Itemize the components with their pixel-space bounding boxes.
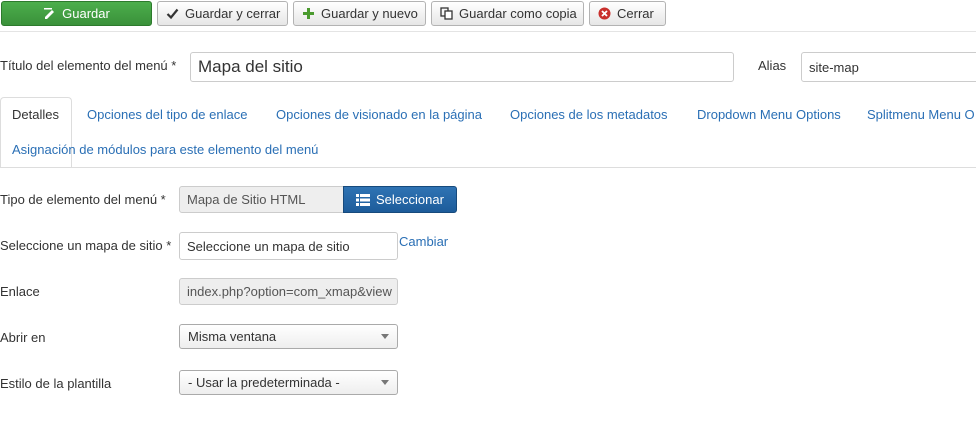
copy-icon (440, 7, 453, 20)
close-button[interactable]: Cerrar (589, 1, 666, 26)
chevron-down-icon (381, 380, 389, 385)
close-circle-icon (598, 7, 611, 20)
link-input: index.php?option=com_xmap&view (179, 278, 398, 305)
tab-link-type-options[interactable]: Opciones del tipo de enlace (87, 107, 247, 122)
tab-metadata-options[interactable]: Opciones de los metadatos (510, 107, 668, 122)
close-label: Cerrar (617, 6, 654, 21)
change-sitemap-link[interactable]: Cambiar (399, 234, 448, 249)
edit-icon (43, 7, 56, 20)
sitemap-input[interactable]: Seleccione un mapa de sitio (179, 232, 398, 260)
tab-dropdown-menu-options[interactable]: Dropdown Menu Options (697, 107, 841, 122)
list-icon (356, 193, 370, 206)
template-style-label: Estilo de la plantilla (0, 376, 112, 391)
title-input[interactable]: Mapa del sitio (190, 52, 734, 82)
tab-page-display-options[interactable]: Opciones de visionado en la página (276, 107, 482, 122)
save-new-button[interactable]: Guardar y nuevo (293, 1, 426, 26)
tab-module-assignment[interactable]: Asignación de módulos para este elemento… (12, 142, 318, 157)
plus-icon (302, 7, 315, 20)
template-style-value: - Usar la predeterminada - (188, 375, 340, 390)
check-icon (166, 7, 179, 20)
tab-details[interactable]: Detalles (0, 97, 72, 168)
tabs-divider (0, 167, 976, 168)
select-menu-type-button[interactable]: Seleccionar (343, 186, 457, 213)
save-new-label: Guardar y nuevo (321, 6, 418, 21)
save-close-button[interactable]: Guardar y cerrar (157, 1, 288, 26)
alias-label: Alias (758, 58, 787, 73)
tab-splitmenu-options[interactable]: Splitmenu Menu O (867, 107, 975, 122)
save-copy-button[interactable]: Guardar como copia (431, 1, 584, 26)
menu-type-label: Tipo de elemento del menú * (0, 192, 166, 207)
sitemap-label: Seleccione un mapa de sitio * (0, 238, 172, 253)
open-in-select[interactable]: Misma ventana (179, 324, 398, 349)
title-label: Título del elemento del menú * (0, 58, 177, 73)
menu-type-input: Mapa de Sitio HTML (179, 186, 344, 213)
template-style-select[interactable]: - Usar la predeterminada - (179, 370, 398, 395)
chevron-down-icon (381, 334, 389, 339)
save-button[interactable]: Guardar (1, 1, 152, 26)
save-close-label: Guardar y cerrar (185, 6, 281, 21)
select-button-label: Seleccionar (376, 192, 444, 207)
link-label: Enlace (0, 284, 40, 299)
save-copy-label: Guardar como copia (459, 6, 577, 21)
save-label: Guardar (62, 6, 110, 21)
toolbar: Guardar Guardar y cerrar Guardar y nuevo… (0, 0, 976, 32)
open-in-value: Misma ventana (188, 329, 277, 344)
alias-input[interactable]: site-map (801, 52, 976, 82)
open-in-label: Abrir en (0, 330, 46, 345)
